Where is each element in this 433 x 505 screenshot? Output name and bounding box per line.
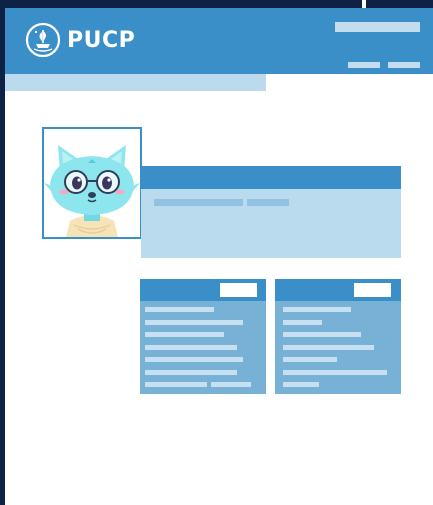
card-line bbox=[145, 332, 224, 337]
card-line bbox=[145, 320, 243, 325]
card-line bbox=[283, 332, 361, 337]
profile-panel-header bbox=[141, 166, 401, 189]
avatar bbox=[42, 127, 142, 239]
page: PUCP bbox=[5, 8, 433, 505]
card-line bbox=[283, 345, 374, 350]
info-card-left bbox=[140, 279, 266, 394]
card-line bbox=[145, 357, 243, 362]
logo-text: PUCP bbox=[67, 27, 136, 53]
site-header: PUCP bbox=[5, 8, 433, 74]
card-action-button[interactable] bbox=[220, 283, 257, 297]
card-header bbox=[275, 279, 401, 301]
frame-notch bbox=[362, 0, 366, 8]
card-line bbox=[145, 345, 237, 350]
card-line bbox=[145, 370, 237, 375]
card-line bbox=[145, 307, 214, 312]
profile-text-placeholder bbox=[247, 199, 289, 206]
card-line bbox=[211, 382, 251, 387]
card-line bbox=[283, 382, 319, 387]
info-card-right bbox=[275, 279, 401, 394]
pucp-logo[interactable]: PUCP bbox=[25, 22, 135, 58]
card-line bbox=[145, 382, 207, 387]
profile-text-placeholder bbox=[154, 199, 243, 206]
cat-with-glasses-avatar bbox=[44, 145, 140, 237]
header-link-placeholder[interactable] bbox=[388, 62, 420, 68]
card-header bbox=[140, 279, 266, 301]
card-action-button[interactable] bbox=[354, 283, 391, 297]
card-line bbox=[283, 320, 322, 325]
breadcrumb-bar bbox=[5, 74, 266, 91]
card-line bbox=[283, 370, 387, 375]
header-link-placeholder[interactable] bbox=[348, 62, 380, 68]
card-line bbox=[283, 357, 337, 362]
profile-panel bbox=[141, 166, 401, 258]
header-nav-placeholder[interactable] bbox=[335, 22, 420, 32]
pucp-seal-icon bbox=[25, 22, 61, 58]
card-line bbox=[283, 307, 351, 312]
